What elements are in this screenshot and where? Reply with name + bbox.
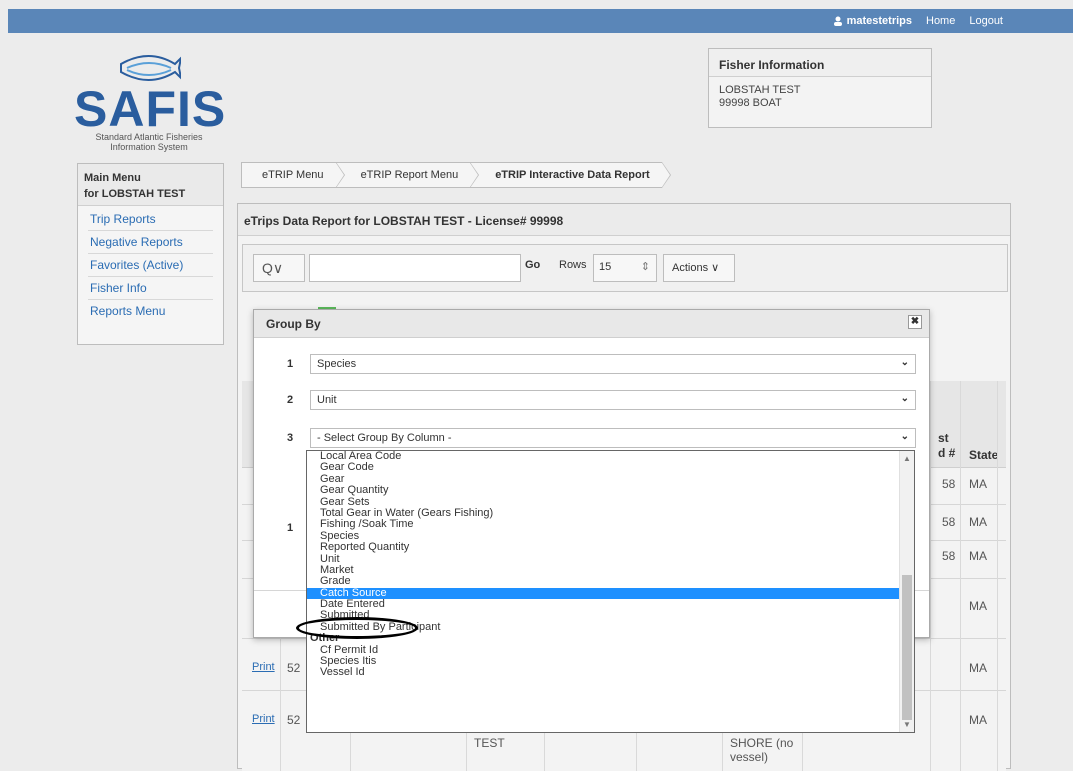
dialog-title: Group By	[254, 310, 929, 338]
username: matestetrips	[846, 15, 912, 27]
col-header-partial-1: st	[938, 431, 949, 445]
table-cell: 52	[287, 713, 301, 727]
dropdown-scrollbar[interactable]: ▲ ▼	[899, 451, 914, 732]
table-cell-state: MA	[969, 549, 987, 563]
dropdown-option[interactable]: Grade	[307, 575, 914, 587]
group-by-number: 3	[287, 432, 294, 444]
menu-item-fisher-info[interactable]: Fisher Info	[88, 277, 213, 300]
top-nav-bar: matestetrips Home Logout	[8, 9, 1073, 33]
actions-menu-button[interactable]: Actions ∨	[663, 254, 735, 282]
dropdown-option[interactable]: Local Area Code	[307, 451, 914, 462]
main-menu-subtitle: for LOBSTAH TEST	[84, 188, 186, 200]
chevron-down-icon: ⌄	[900, 357, 909, 368]
group-by-select-1[interactable]: Species ⌄	[310, 354, 916, 374]
dropdown-option[interactable]: Unit	[307, 553, 914, 565]
col-header-partial-2: d #	[938, 446, 956, 460]
search-column-button[interactable]: Q∨	[253, 254, 305, 282]
grid-line	[930, 381, 931, 771]
dropdown-option[interactable]: Gear Code	[307, 461, 914, 473]
menu-item-reports-menu[interactable]: Reports Menu	[88, 300, 213, 323]
table-cell: 58	[942, 477, 956, 491]
rows-label: Rows	[559, 259, 587, 271]
fisher-name: LOBSTAH TEST	[719, 84, 801, 96]
select-value: - Select Group By Column -	[317, 432, 452, 444]
group-by-select-3[interactable]: - Select Group By Column - ⌄	[310, 428, 916, 448]
group-by-column-dropdown[interactable]: Local Area Code Gear Code Gear Gear Quan…	[306, 450, 915, 733]
dropdown-option[interactable]: Date Entered	[307, 598, 914, 610]
updown-icon: ⇕	[640, 261, 650, 273]
group-by-number: 2	[287, 394, 294, 406]
report-toolbar: Q∨ Go Rows 15 ⇕ Actions ∨	[242, 244, 1008, 292]
logo-subtitle-1: Standard Atlantic Fisheries	[95, 132, 203, 142]
dropdown-option[interactable]: Fishing /Soak Time	[307, 518, 914, 530]
fisher-info-header: Fisher Information	[709, 49, 931, 77]
group-by-number: 1	[287, 358, 294, 370]
user-icon	[833, 16, 842, 26]
menu-item-favorites[interactable]: Favorites (Active)	[88, 254, 213, 277]
safis-logo: SAFIS Standard Atlantic Fisheries Inform…	[74, 50, 227, 160]
logo-title: SAFIS	[74, 81, 227, 137]
table-cell: TEST	[474, 736, 505, 750]
table-cell-state: MA	[969, 599, 987, 613]
breadcrumb-interactive-data-report: eTRIP Interactive Data Report	[470, 162, 672, 188]
main-menu-title: Main Menu	[84, 172, 141, 184]
grid-line	[997, 381, 998, 771]
select-value: Species	[317, 358, 357, 370]
dropdown-option[interactable]: Submitted By Participant	[307, 621, 914, 633]
rows-value: 15	[599, 261, 612, 273]
menu-item-negative-reports[interactable]: Negative Reports	[88, 231, 213, 254]
go-button[interactable]: Go	[525, 259, 540, 271]
rows-select[interactable]: 15 ⇕	[593, 254, 657, 282]
report-title: eTrips Data Report for LOBSTAH TEST - Li…	[238, 204, 1010, 236]
breadcrumb-etrip-menu[interactable]: eTRIP Menu	[241, 162, 345, 188]
print-link[interactable]: Print	[252, 713, 275, 725]
chevron-down-icon: ⌄	[900, 431, 909, 442]
group-by-number: 1	[287, 522, 294, 534]
table-cell: 52	[287, 661, 301, 675]
dropdown-option[interactable]: Market	[307, 564, 914, 576]
dropdown-option[interactable]: Species Itis	[307, 655, 914, 667]
scroll-down-icon[interactable]: ▼	[903, 719, 911, 730]
fisher-boat: 99998 BOAT	[719, 97, 782, 109]
select-value: Unit	[317, 394, 337, 406]
breadcrumb-etrip-report-menu[interactable]: eTRIP Report Menu	[335, 162, 479, 188]
table-cell: 58	[942, 515, 956, 529]
menu-item-trip-reports[interactable]: Trip Reports	[88, 208, 213, 231]
logo-subtitle-2: Information System	[110, 142, 188, 152]
dropdown-option-selected[interactable]: Catch Source	[307, 587, 914, 600]
search-input[interactable]	[309, 254, 521, 282]
table-cell: SHORE (no	[730, 736, 794, 750]
scrollbar-thumb[interactable]	[902, 575, 912, 720]
table-cell: vessel)	[730, 750, 769, 764]
table-cell-state: MA	[969, 515, 987, 529]
fisher-info-panel: Fisher Information LOBSTAH TEST 99998 BO…	[708, 48, 932, 128]
dropdown-option[interactable]: Reported Quantity	[307, 541, 914, 553]
grid-line	[960, 381, 961, 771]
group-by-select-2[interactable]: Unit ⌄	[310, 390, 916, 410]
chevron-down-icon: ⌄	[900, 393, 909, 404]
print-link[interactable]: Print	[252, 661, 275, 673]
table-cell-state: MA	[969, 713, 987, 727]
table-cell-state: MA	[969, 661, 987, 675]
table-cell-state: MA	[969, 477, 987, 491]
main-menu: Main Menu for LOBSTAH TEST Trip Reports …	[77, 163, 224, 345]
dropdown-option[interactable]: Gear Quantity	[307, 484, 914, 496]
dropdown-option[interactable]: Cf Permit Id	[307, 644, 914, 656]
search-icon: Q∨	[262, 260, 284, 276]
user-menu[interactable]: matestetrips	[833, 15, 912, 27]
table-cell: 58	[942, 549, 956, 563]
home-link[interactable]: Home	[926, 15, 955, 27]
dropdown-option[interactable]: Vessel Id	[307, 667, 914, 679]
logout-link[interactable]: Logout	[969, 15, 1003, 27]
dropdown-optgroup: Other	[310, 632, 340, 645]
close-icon[interactable]: ✖	[908, 315, 922, 329]
scroll-up-icon[interactable]: ▲	[903, 453, 911, 464]
dropdown-option[interactable]: Gear	[307, 473, 914, 485]
breadcrumb: eTRIP Menu eTRIP Report Menu eTRIP Inter…	[241, 162, 672, 188]
col-header-state: State	[969, 448, 999, 462]
